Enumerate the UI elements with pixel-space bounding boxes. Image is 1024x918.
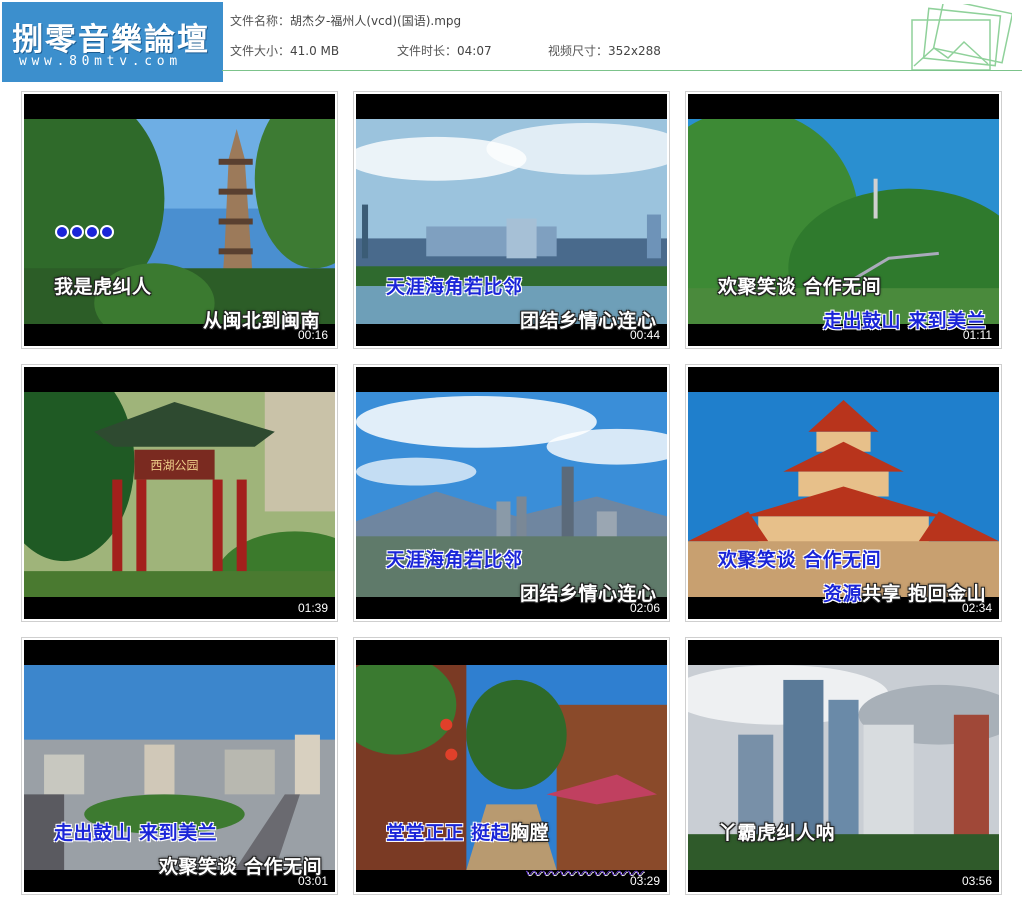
video-thumbnail[interactable]: 西湖公园 01:39	[21, 364, 338, 622]
photo-stack-icon	[911, 4, 1012, 71]
timestamp: 03:56	[961, 874, 992, 888]
video-dimensions-label: 视频尺寸：	[548, 44, 609, 58]
lyric-line-1: 堂堂正正 挺起胸膛	[386, 818, 549, 845]
video-thumbnail[interactable]: 天涯海角若比邻 团结乡情心连心 00:44	[353, 91, 670, 349]
file-name-meta: 文件名称：胡杰夕-福州人(vcd)(国语).mpg	[230, 12, 461, 29]
lyric-sung-part: 堂堂正正 挺起	[386, 822, 511, 844]
lyric-line-1: 欢聚笑谈 合作无间	[718, 549, 882, 571]
video-thumbnail[interactable]: 天涯海角若比邻 团结乡情心连心 02:06	[353, 364, 670, 622]
file-name-value: 胡杰夕-福州人(vcd)(国语).mpg	[290, 14, 462, 28]
lyric-line-1: 丫霸虎纠人呐	[718, 822, 836, 844]
timestamp: 03:01	[297, 874, 328, 888]
lyric-sung-part: 资源	[823, 583, 863, 605]
logo-title: 捌零音樂論壇	[12, 22, 210, 58]
timestamp: 00:44	[629, 328, 660, 342]
lyric-line-1: 天涯海角若比邻	[386, 276, 523, 298]
timestamp: 01:11	[962, 328, 992, 342]
timestamp: 00:16	[297, 328, 328, 342]
video-thumbnail[interactable]: 丫霸虎纠人呐 03:56	[685, 637, 1002, 895]
file-duration-label: 文件时长：	[397, 44, 458, 58]
site-logo: 捌零音樂論壇 www.80mtv.com	[2, 2, 223, 82]
file-name-label: 文件名称：	[230, 14, 291, 28]
lyric-countdown-dots	[55, 224, 115, 243]
file-duration-value: 04:07	[457, 44, 492, 58]
lyric-line-2: 走出鼓山 来到美兰	[823, 310, 987, 332]
lyric-line-1: 我是虎纠人	[54, 276, 152, 298]
file-duration-meta: 文件时长：04:07	[397, 42, 492, 59]
timestamp: 02:34	[961, 601, 992, 615]
video-thumbnail[interactable]: 我是虎纠人 从闽北到闽南 00:16	[21, 91, 338, 349]
gate-sign-text: 西湖公园	[150, 458, 198, 473]
lyric-line-1: 欢聚笑谈 合作无间	[718, 276, 882, 298]
park-gate-scene-image: 西湖公园	[24, 392, 335, 597]
timestamp: 01:39	[297, 601, 328, 615]
video-thumbnail[interactable]: 欢聚笑谈 合作无间 走出鼓山 来到美兰 01:11	[685, 91, 1002, 349]
video-thumbnail[interactable]: 堂堂正正 挺起胸膛 〰〰〰〰〰〰〰 03:29	[353, 637, 670, 895]
header-divider	[222, 70, 1022, 71]
timestamp: 03:29	[629, 874, 660, 888]
lyric-unsung-part: 胸膛	[510, 822, 550, 844]
handwritten-credit-logo: 〰〰〰〰〰〰〰	[524, 864, 644, 883]
lyric-line-1: 走出鼓山 来到美兰	[54, 822, 218, 844]
file-info-header: 捌零音樂論壇 www.80mtv.com 文件名称：胡杰夕-福州人(vcd)(国…	[0, 0, 1024, 82]
file-size-label: 文件大小：	[230, 44, 291, 58]
file-size-value: 41.0 MB	[290, 44, 340, 58]
video-dimensions-value: 352x288	[608, 44, 661, 58]
video-thumbnail[interactable]: 欢聚笑谈 合作无间 资源共享 抱回金山 02:34	[685, 364, 1002, 622]
logo-url: www.80mtv.com	[19, 54, 182, 69]
video-dimensions-meta: 视频尺寸：352x288	[548, 42, 661, 59]
file-size-meta: 文件大小：41.0 MB	[230, 42, 339, 59]
lyric-line-1: 天涯海角若比邻	[386, 549, 523, 571]
timestamp: 02:06	[629, 601, 660, 615]
video-thumbnail[interactable]: 走出鼓山 来到美兰 欢聚笑谈 合作无间 03:01	[21, 637, 338, 895]
